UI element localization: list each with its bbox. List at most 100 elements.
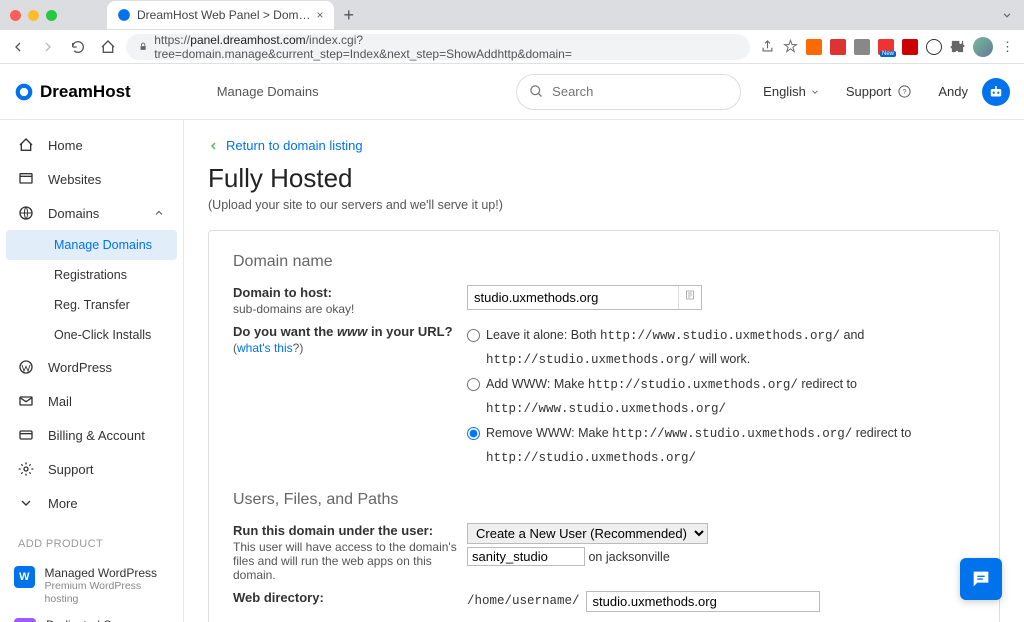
globe-icon [18, 205, 34, 221]
product-title: Managed WordPress [45, 566, 169, 580]
window-close-button[interactable] [10, 10, 21, 21]
chat-button[interactable] [960, 558, 1002, 600]
tab-title: DreamHost Web Panel > Dom… [137, 8, 311, 22]
chevron-up-icon [153, 207, 165, 219]
extensions-icon[interactable] [950, 39, 965, 54]
star-icon[interactable] [783, 39, 798, 54]
tab-close-icon[interactable]: × [317, 8, 324, 22]
extension-icon[interactable] [902, 39, 918, 55]
whats-this-link[interactable]: what's this [237, 341, 293, 355]
run-user-note: This user will have access to the domain… [233, 540, 457, 582]
reload-icon[interactable] [70, 39, 86, 55]
sidebar-sub-oneclick[interactable]: One-Click Installs [0, 320, 183, 350]
subdomains-note: sub-domains are okay! [233, 302, 457, 316]
sidebar-item-label: Billing & Account [48, 428, 145, 443]
support-link[interactable]: Support ? [846, 84, 913, 99]
domain-input[interactable] [468, 288, 678, 307]
page-subtitle: (Upload your site to our servers and we'… [208, 198, 1000, 212]
sidebar-sub-registrations[interactable]: Registrations [0, 260, 183, 290]
svg-text:?: ? [903, 89, 907, 96]
contacts-icon[interactable] [678, 286, 701, 309]
logo-icon [14, 82, 34, 102]
help-icon: ? [897, 84, 912, 99]
chevron-down-icon [810, 87, 820, 97]
tabs-overflow-icon[interactable] [1000, 8, 1014, 22]
url-field[interactable]: https://panel.dreamhost.com/index.cgi?tr… [126, 34, 750, 60]
wordpress-icon [18, 359, 34, 375]
wordpress-icon: W [14, 566, 35, 588]
return-link[interactable]: Return to domain listing [208, 138, 1000, 153]
sidebar-item-label: Support [48, 462, 94, 477]
sidebar-item-home[interactable]: Home [0, 128, 183, 162]
new-tab-button[interactable]: + [344, 5, 355, 26]
tab-favicon [117, 8, 131, 22]
content: Return to domain listing Fully Hosted (U… [184, 120, 1024, 622]
sidebar-heading: ADD PRODUCT [0, 520, 183, 560]
sidebar: Home Websites Domains Manage Domains Reg… [0, 120, 184, 622]
language-selector[interactable]: English [763, 84, 820, 99]
server-name: on jacksonville [588, 550, 669, 564]
radio-leave-alone[interactable] [467, 329, 480, 342]
chevron-down-icon [18, 495, 34, 511]
forward-icon [40, 39, 56, 55]
extension-icon[interactable] [854, 39, 870, 55]
sidebar-item-label: Mail [48, 394, 72, 409]
radio-leave-alone-label: Leave it alone: Both http://www.studio.u… [486, 324, 975, 371]
sidebar-item-label: Websites [48, 172, 101, 187]
user-name[interactable]: Andy [938, 84, 968, 99]
share-icon[interactable] [760, 39, 775, 54]
web-dir-label: Web directory: [233, 590, 457, 605]
home-icon[interactable] [100, 39, 116, 55]
sidebar-item-mail[interactable]: Mail [0, 384, 183, 418]
new-user-input[interactable] [467, 547, 585, 566]
window-maximize-button[interactable] [46, 10, 57, 21]
sidebar-item-wordpress[interactable]: WordPress [0, 350, 183, 384]
bot-avatar[interactable] [982, 78, 1010, 106]
radio-add-www[interactable] [467, 378, 480, 391]
extension-icon[interactable] [806, 39, 822, 55]
product-managed-wordpress[interactable]: W Managed WordPress Premium WordPress ho… [0, 560, 183, 612]
sidebar-item-more[interactable]: More [0, 486, 183, 520]
sidebar-sub-reg-transfer[interactable]: Reg. Transfer [0, 290, 183, 320]
menu-dots-icon[interactable]: ⋮ [1001, 39, 1014, 55]
websites-icon [18, 171, 34, 187]
extension-icon[interactable]: New [878, 39, 894, 55]
radio-add-www-label: Add WWW: Make http://studio.uxmethods.or… [486, 373, 975, 420]
section-title-domain: Domain name [233, 253, 975, 271]
gear-icon [18, 461, 34, 477]
extension-icon[interactable] [830, 39, 846, 55]
lock-icon [138, 41, 148, 52]
radio-remove-www[interactable] [467, 427, 480, 440]
extension-icon[interactable] [926, 39, 942, 55]
run-user-label: Run this domain under the user: [233, 523, 457, 538]
product-subtitle: Premium WordPress hosting [45, 580, 169, 605]
sidebar-item-websites[interactable]: Websites [0, 162, 183, 196]
window-minimize-button[interactable] [28, 10, 39, 21]
server-icon: ▮ [14, 618, 36, 622]
sidebar-item-label: Home [48, 138, 83, 153]
logo[interactable]: DreamHost [14, 82, 131, 102]
sidebar-item-label: More [48, 496, 78, 511]
sidebar-item-label: WordPress [48, 360, 112, 375]
search-icon [529, 84, 544, 99]
web-dir-input[interactable] [586, 591, 820, 612]
breadcrumb: Manage Domains [217, 84, 319, 99]
product-dedicated-server[interactable]: ▮ Dedicated Server Power, control, speed [0, 612, 183, 622]
browser-tab[interactable]: DreamHost Web Panel > Dom… × [107, 1, 334, 29]
domain-to-host-label: Domain to host: [233, 285, 457, 300]
chat-icon [970, 568, 992, 590]
sidebar-sub-manage-domains[interactable]: Manage Domains [6, 230, 177, 260]
sidebar-item-support[interactable]: Support [0, 452, 183, 486]
www-question-label: Do you want the www in your URL? [233, 324, 457, 339]
search-input[interactable] [516, 74, 741, 110]
section-title-users: Users, Files, and Paths [233, 491, 975, 509]
sidebar-item-billing[interactable]: Billing & Account [0, 418, 183, 452]
sidebar-item-domains[interactable]: Domains [0, 196, 183, 230]
product-title: Dedicated Server [46, 618, 147, 622]
home-icon [18, 137, 34, 153]
profile-avatar[interactable] [973, 37, 993, 57]
user-select[interactable]: Create a New User (Recommended) [467, 523, 708, 544]
url-text: https://panel.dreamhost.com/index.cgi?tr… [154, 33, 738, 61]
billing-icon [18, 427, 34, 443]
back-icon[interactable] [10, 39, 26, 55]
